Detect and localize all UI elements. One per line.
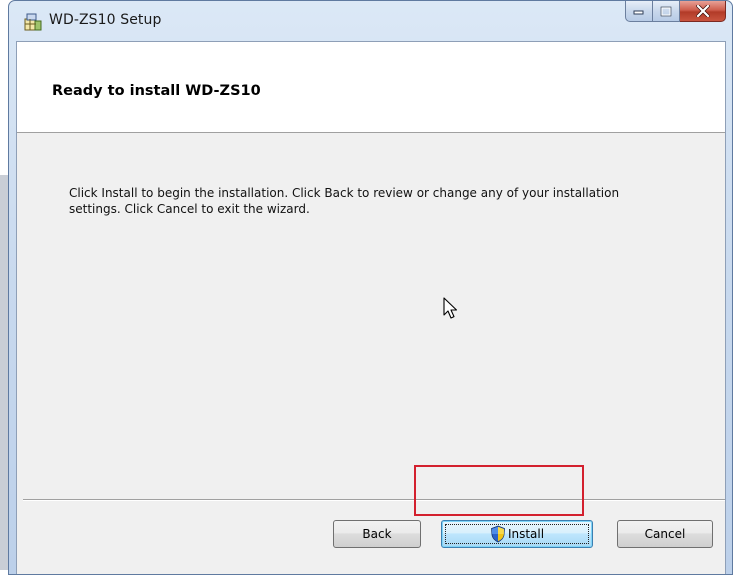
back-button[interactable]: Back bbox=[333, 520, 421, 548]
dialog-client-area: Ready to install WD-ZS10 Click Install t… bbox=[16, 41, 726, 574]
close-icon bbox=[695, 5, 710, 17]
close-button[interactable] bbox=[680, 1, 726, 22]
page-title: Ready to install WD-ZS10 bbox=[52, 83, 261, 99]
uac-shield-icon bbox=[491, 525, 505, 543]
button-separator bbox=[23, 499, 725, 501]
background-window-edge bbox=[0, 175, 8, 570]
header-banner: Ready to install WD-ZS10 bbox=[17, 42, 725, 133]
instructions-text: Click Install to begin the installation.… bbox=[69, 186, 620, 216]
install-button[interactable]: Install bbox=[441, 520, 593, 548]
setup-window: WD-ZS10 Setup Ready to install WD-ZS10 C… bbox=[8, 0, 733, 575]
caption-buttons bbox=[625, 1, 726, 23]
title-bar[interactable]: WD-ZS10 Setup bbox=[9, 1, 732, 41]
install-button-label: Install bbox=[507, 527, 545, 541]
minimize-button[interactable] bbox=[625, 1, 653, 22]
install-highlight-box bbox=[414, 465, 584, 516]
mouse-pointer-icon bbox=[443, 297, 458, 319]
cancel-button[interactable]: Cancel bbox=[617, 520, 713, 548]
window-title: WD-ZS10 Setup bbox=[49, 12, 162, 28]
minimize-icon bbox=[633, 10, 644, 15]
maximize-button[interactable] bbox=[653, 1, 680, 22]
setup-installer-icon bbox=[23, 12, 43, 32]
maximize-icon bbox=[660, 6, 672, 16]
